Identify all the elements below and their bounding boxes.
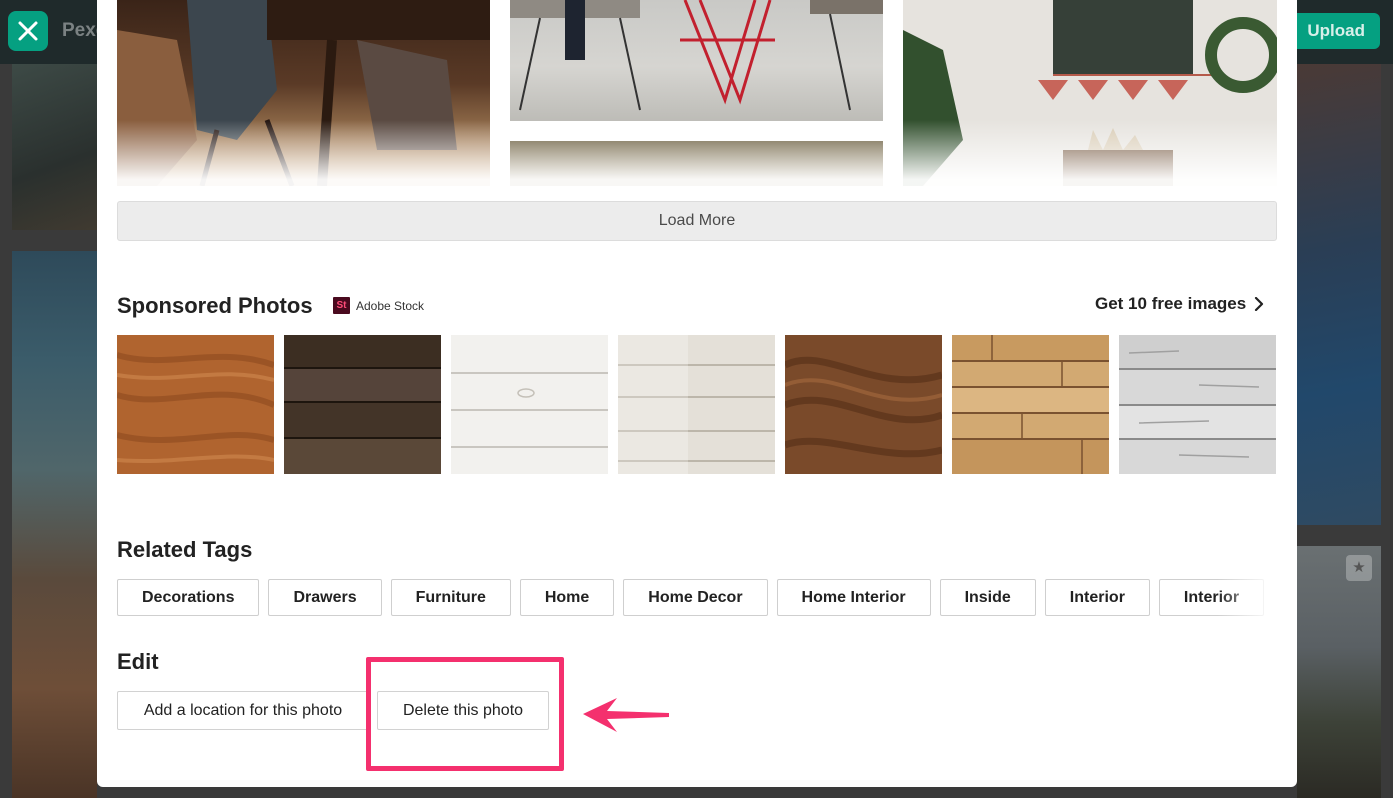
edit-title: Edit <box>117 649 159 674</box>
related-tags-title: Related Tags <box>117 537 253 562</box>
stools-illustration <box>510 0 883 111</box>
related-photo[interactable] <box>510 0 883 121</box>
tags-fade <box>1217 577 1277 619</box>
tag-decorations[interactable]: Decorations <box>117 579 260 616</box>
sponsored-photos-title: Sponsored Photos <box>117 293 313 318</box>
sponsored-thumbnail[interactable] <box>952 335 1109 474</box>
sponsored-thumbnail[interactable] <box>284 335 441 474</box>
sponsored-thumbnail[interactable] <box>618 335 775 474</box>
sponsored-thumbnail[interactable] <box>1119 335 1276 474</box>
close-button[interactable] <box>8 11 48 51</box>
photo-modal: Load More Sponsored Photos St Adobe Stoc… <box>97 0 1297 787</box>
get-free-images-link[interactable]: Get 10 free images <box>1095 294 1264 314</box>
adobe-stock-icon: St <box>333 297 350 314</box>
highlight-box <box>366 657 564 771</box>
tag-home-decor[interactable]: Home Decor <box>623 579 768 616</box>
chair-illustration <box>117 0 490 186</box>
sponsored-thumbnail[interactable] <box>117 335 274 474</box>
load-more-button[interactable]: Load More <box>117 201 1277 241</box>
tag-interior[interactable]: Interior <box>1044 579 1150 616</box>
sponsored-thumbnail[interactable] <box>785 335 942 474</box>
add-location-button[interactable]: Add a location for this photo <box>117 691 369 730</box>
related-photo[interactable] <box>510 141 883 186</box>
tag-inside[interactable]: Inside <box>939 579 1036 616</box>
arrow-left-icon <box>583 698 669 732</box>
related-photo[interactable] <box>903 0 1277 186</box>
tag-drawers[interactable]: Drawers <box>268 579 382 616</box>
background-photo <box>12 251 97 798</box>
related-photo[interactable] <box>117 0 490 186</box>
close-icon <box>18 21 38 41</box>
sponsored-photos-row <box>117 335 1276 474</box>
background-photo <box>12 64 97 230</box>
sponsored-thumbnail[interactable] <box>451 335 608 474</box>
tag-home-interior[interactable]: Home Interior <box>776 579 931 616</box>
background-photo <box>1297 546 1381 798</box>
chevron-right-icon <box>1255 297 1264 311</box>
background-photo <box>1297 64 1381 525</box>
adobe-stock-badge: St Adobe Stock <box>333 297 424 314</box>
tag-furniture[interactable]: Furniture <box>390 579 511 616</box>
adobe-stock-label: Adobe Stock <box>356 298 425 313</box>
star-icon[interactable]: ★ <box>1346 555 1372 581</box>
related-tags-list: Decorations Drawers Furniture Home Home Deco… <box>117 579 1277 617</box>
chalkboard-illustration <box>903 0 1277 186</box>
tag-home[interactable]: Home <box>519 579 615 616</box>
get-free-images-label: Get 10 free images <box>1095 294 1247 313</box>
